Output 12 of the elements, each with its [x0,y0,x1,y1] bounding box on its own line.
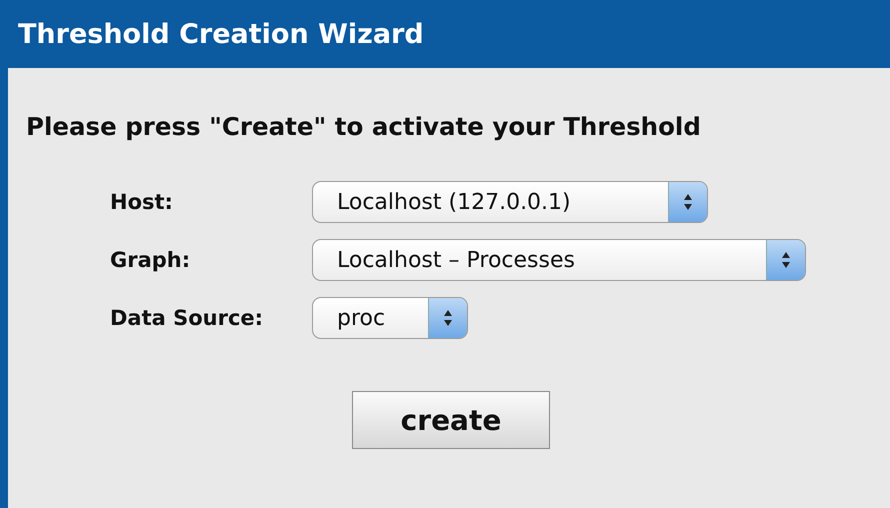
window-title: Threshold Creation Wizard [18,18,424,50]
stepper-icon [428,298,467,338]
field-label: Graph: [110,248,192,272]
stepper-icon [668,182,707,222]
create-button[interactable]: create [352,391,550,449]
dropdown[interactable]: proc [312,297,468,339]
stepper-icon [766,240,805,280]
field-label: Host: [110,190,174,214]
dropdown[interactable]: Localhost – Processes [312,239,806,281]
instruction-text: Please press "Create" to activate your Threshold [26,112,702,141]
field-label: Data Source: [110,306,264,330]
dropdown[interactable]: Localhost (127.0.0.1) [312,181,708,223]
